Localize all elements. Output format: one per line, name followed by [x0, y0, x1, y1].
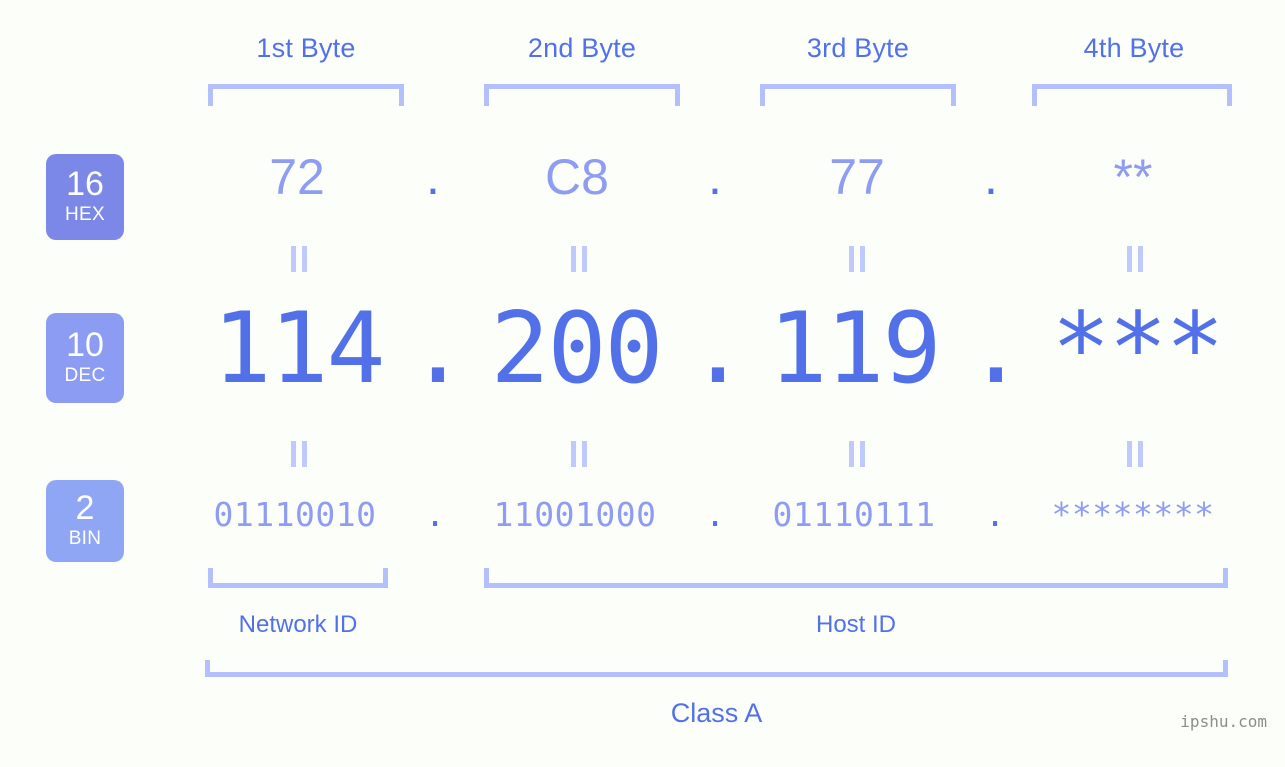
dec-byte-value-2: 200 [490, 292, 663, 406]
equals-marker-hex-dec-4 [1127, 246, 1143, 272]
dec-byte-value-1: 114 [212, 292, 385, 406]
bin-byte-value-1: 01110010 [213, 495, 377, 534]
network-id-bracket [208, 568, 388, 588]
base-badge-hex-name: HEX [65, 203, 105, 225]
class-label: Class A [670, 698, 763, 728]
dec-byte-value-4: *** [1051, 292, 1224, 406]
host-id-label: Host ID [815, 611, 896, 638]
equals-marker-dec-bin-4 [1127, 441, 1143, 467]
hex-byte-value-3: 77 [829, 149, 885, 205]
byte-header-label-2: 2nd Byte [527, 33, 637, 63]
dec-separator-3: . [966, 292, 1026, 406]
byte-bracket-top-3 [760, 84, 956, 106]
bin-byte-value-4: ******** [1051, 495, 1215, 534]
bin-separator-2: . [705, 495, 725, 534]
equals-marker-hex-dec-2 [571, 246, 587, 272]
base-badge-hex: 16 HEX [46, 154, 124, 240]
base-badge-bin: 2 BIN [46, 480, 124, 562]
ip-breakdown-diagram: 1st Byte 2nd Byte 3rd Byte 4th Byte 16 H… [0, 0, 1285, 767]
equals-marker-dec-bin-3 [849, 441, 865, 467]
base-badge-dec-number: 10 [66, 326, 104, 365]
network-id-label: Network ID [238, 611, 358, 638]
equals-marker-hex-dec-1 [291, 246, 307, 272]
base-badge-hex-number: 16 [66, 165, 104, 204]
hex-byte-value-4: ** [1113, 149, 1153, 205]
byte-header-label-1: 1st Byte [256, 33, 356, 63]
equals-marker-hex-dec-3 [849, 246, 865, 272]
hex-byte-value-2: C8 [545, 149, 609, 205]
base-badge-dec: 10 DEC [46, 313, 124, 403]
class-bracket [205, 660, 1228, 677]
bin-byte-value-2: 11001000 [493, 495, 657, 534]
dec-byte-value-3: 119 [768, 292, 941, 406]
equals-marker-dec-bin-2 [571, 441, 587, 467]
dec-separator-2: . [688, 292, 748, 406]
byte-bracket-top-1 [208, 84, 404, 106]
hex-separator-3: . [984, 149, 998, 205]
bin-byte-value-3: 01110111 [772, 495, 936, 534]
hex-separator-2: . [708, 149, 722, 205]
host-id-bracket [484, 568, 1228, 588]
base-badge-dec-name: DEC [64, 364, 106, 386]
base-badge-bin-number: 2 [75, 489, 95, 528]
byte-header-label-3: 3rd Byte [806, 33, 910, 63]
bin-separator-1: . [425, 495, 445, 534]
byte-header-label-4: 4th Byte [1083, 33, 1185, 63]
hex-separator-1: . [426, 149, 440, 205]
byte-bracket-top-2 [484, 84, 680, 106]
hex-byte-value-1: 72 [269, 149, 325, 205]
base-badge-bin-name: BIN [68, 527, 102, 549]
dec-separator-1: . [408, 292, 468, 406]
bin-separator-3: . [985, 495, 1005, 534]
equals-marker-dec-bin-1 [291, 441, 307, 467]
site-watermark: ipshu.com [1180, 712, 1267, 731]
byte-bracket-top-4 [1032, 84, 1232, 106]
